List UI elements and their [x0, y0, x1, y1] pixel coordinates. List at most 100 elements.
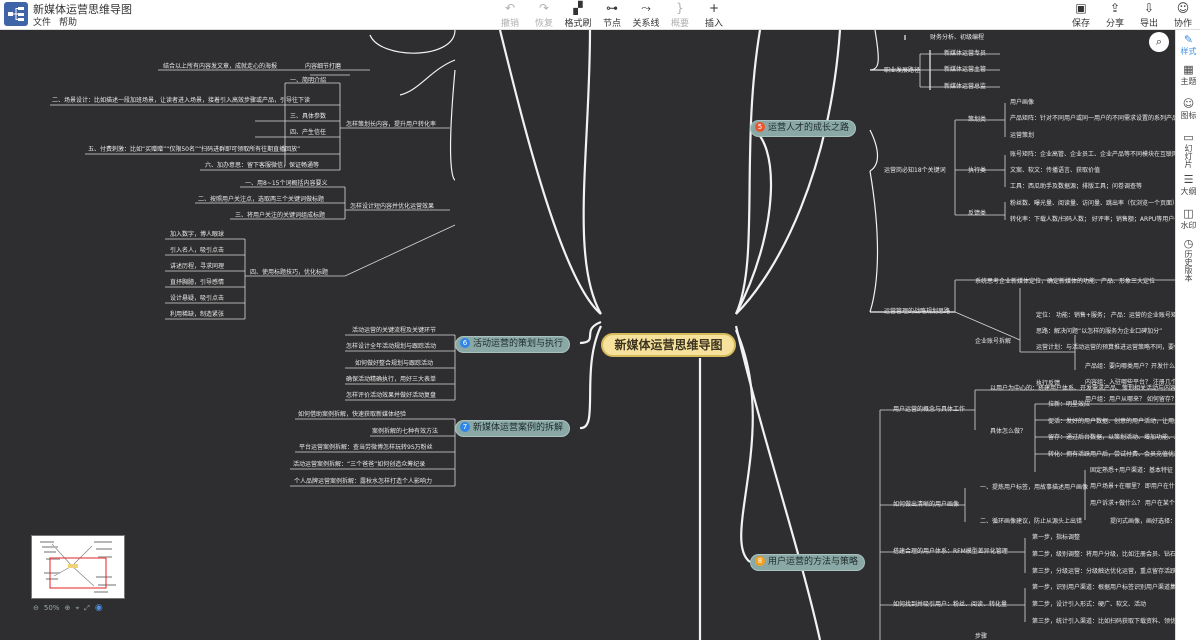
collab-button[interactable]: ☺ 协作 [1166, 0, 1200, 30]
topic-node[interactable]: 四、使用标题技巧，优化标题 [250, 269, 328, 277]
topic-node[interactable]: 用户场景+在哪里？ 即用户在什么情况下 [1090, 483, 1175, 491]
topic-node[interactable]: 运营管理的战略规划思路 [884, 308, 950, 316]
topic-node[interactable]: 第二步，设计引入形式：硬广、软文、活动 [1032, 601, 1146, 609]
topic-node[interactable]: 引入名人，吸引点击 [170, 247, 224, 255]
topic-node[interactable]: 讲述历程，寻求同理 [170, 263, 224, 271]
topic-node[interactable]: 怎样评价活动效果并做好活动复盘 [346, 392, 436, 400]
topic-node[interactable]: 定位： 功能：销售+服务； 产品：运营的企业账号矩阵； [1036, 312, 1175, 320]
topic-node[interactable]: 直抒胸臆，引导感情 [170, 279, 224, 287]
side-style[interactable]: ✎ 样式 [1176, 30, 1200, 60]
eye-icon[interactable]: ◉ [95, 603, 103, 613]
branch-topic-6[interactable]: 6 活动运营的策划与执行 [455, 336, 571, 353]
topic-node[interactable]: 步骤 [975, 633, 987, 640]
topic-node[interactable]: 利用稀缺，制造紧张 [170, 311, 224, 319]
topic-node[interactable]: 产品组：要向哪类用户？开发什么产品？ [1085, 363, 1175, 371]
topic-node[interactable]: 新媒体运营总监 [944, 83, 986, 91]
side-theme[interactable]: ▦ 主题 [1176, 60, 1200, 94]
topic-node[interactable]: 二、循环画像建议，防止从源头上出错 [980, 518, 1082, 526]
topic-node[interactable]: 第三步，统计引入渠道：比如扫码获取下载资料、领优惠券门槛 [1032, 618, 1175, 626]
side-slides[interactable]: ▭ 幻灯片 [1176, 128, 1200, 170]
topic-node[interactable]: 运营策划 [1010, 132, 1034, 140]
topic-node[interactable]: 具体怎么做？ [990, 428, 1026, 436]
locate-icon[interactable]: ⌖ [75, 604, 79, 613]
fullscreen-icon[interactable]: ⤢ [84, 604, 90, 613]
export-button[interactable]: ⇩ 导出 [1132, 0, 1166, 30]
topic-node[interactable]: 三、具体参数 [290, 113, 326, 121]
share-button[interactable]: ⇪ 分享 [1098, 0, 1132, 30]
topic-node[interactable]: 搭建合理的用户体系：RFM模型差异化管理 [893, 548, 1008, 556]
topic-node[interactable]: 如何借助案例拆解，快速获取新媒体经验 [298, 411, 406, 419]
topic-node[interactable]: 第一步，指标调整 [1032, 534, 1080, 542]
topic-node[interactable]: 四、产生信任 [290, 129, 326, 137]
app-logo[interactable] [4, 2, 28, 26]
topic-node[interactable]: 一、提炼用户标签，用故事描述用户画像 [980, 484, 1088, 492]
side-watermark[interactable]: ◫ 水印 [1176, 204, 1200, 234]
topic-node[interactable]: 一、用8~15个词概括内容要义 [245, 180, 327, 188]
topic-node[interactable]: 案例拆解的七种有效方法 [372, 428, 438, 436]
branch-topic-8[interactable]: 8 用户运营的方法与策略 [750, 554, 866, 571]
topic-node[interactable]: 用户诉求+做什么？ 用户在某个场景下想做什么 [1090, 500, 1175, 508]
topic-node[interactable]: 内容细节打磨 [305, 63, 341, 71]
insert-button[interactable]: + 插入 [697, 0, 731, 30]
topic-node[interactable]: 三、将用户关注的关键词组成标题 [235, 212, 325, 220]
topic-node[interactable]: 以用户为中心的：搭建用户体系、开发需求产品、策划相关活动与内容 [990, 385, 1175, 393]
topic-node[interactable]: 第二步，级别调整：将用户分级，比如注册会员、钻石会员、铂金会员 [1032, 551, 1175, 559]
topic-node[interactable]: 反馈类 [968, 210, 986, 218]
topic-node[interactable]: 工具：西瓜助手及数据源；排版工具；问卷调查等 [1010, 183, 1142, 191]
branch-topic-7[interactable]: 7 新媒体运营案例的拆解 [455, 420, 571, 437]
topic-node[interactable]: 产品矩阵：针对不同用户或同一用户的不同需求设置的系列产品 [1010, 115, 1175, 123]
relation-button[interactable]: ⤳ 关系线 [629, 0, 663, 30]
topic-node[interactable]: 第一步，识别用户渠道：根据用户标签识别用户渠道集中地 [1032, 584, 1175, 592]
side-outline[interactable]: ☰ 大纲 [1176, 170, 1200, 204]
zoom-out-icon[interactable]: ⊖ [33, 604, 39, 612]
topic-node[interactable]: 用户运营的概念与具体工作 [893, 406, 965, 414]
topic-node[interactable]: 设计悬疑，吸引点击 [170, 295, 224, 303]
topic-node[interactable]: 系统思考企业新媒体定位，确定新媒体的功能、产品、形象三大定位 [975, 278, 1155, 286]
topic-node[interactable]: 如何做好整合规划与跟踪活动 [355, 360, 433, 368]
topic-node[interactable]: 留存：通过后台数据，以策划活动、增加功能、发福利等方式留存用户 [1048, 434, 1175, 442]
topic-node[interactable]: 一、简明介绍 [290, 77, 326, 85]
node-button[interactable]: ⊶ 节点 [595, 0, 629, 30]
topic-node[interactable]: 思路：解决问题“以怎样的服务为企业口碑加分” [1036, 328, 1162, 336]
topic-node[interactable]: 策划类 [968, 116, 986, 124]
topic-node[interactable]: 运营计划：与活动运营的预算推进运营策略不同，要做好年度规划 [1036, 344, 1175, 352]
topic-node[interactable]: 第三步，分级运营：分级触达优化运营，重点留存活跃度差、消费水平高的用户 [1032, 568, 1175, 576]
topic-node[interactable]: 活动运营案例拆解：“三个爸爸”如何创造众筹纪录 [293, 461, 425, 469]
menu-help[interactable]: 帮助 [59, 15, 77, 28]
topic-node[interactable]: 提问式画像，画好选择：大数据说明 [1110, 518, 1175, 526]
format-brush-button[interactable]: ▞ 格式刷 [561, 0, 595, 30]
side-history[interactable]: ◷ 历史版本 [1176, 234, 1200, 282]
side-icon[interactable]: ☺ 图标 [1176, 94, 1200, 128]
topic-node[interactable]: 新媒体运营主管 [944, 66, 986, 74]
topic-node[interactable]: 五、付费刺激：比如“买赠赠”“仅限50名”“扫码进群即可领取所有往期直播回放” [88, 146, 300, 154]
topic-node[interactable]: 转化率：下载人数/扫码人数； 好评率；销售额；ARPU等用户平均收入 [1010, 216, 1175, 224]
topic-node[interactable]: 运营岗必知18个关键词 [884, 167, 946, 175]
topic-node[interactable]: 职业发展路径 [884, 67, 920, 75]
topic-node[interactable]: 粉丝数、曝光量、阅读量、访问量、跳出率（仅浏览一个页面） [1010, 200, 1175, 208]
topic-node[interactable]: 文案、软文：传播语言、获取价值 [1010, 167, 1100, 175]
save-button[interactable]: ▣ 保存 [1064, 0, 1098, 30]
topic-node[interactable]: 怎样策划长内容，提升用户转化率 [346, 121, 436, 129]
mindmap-canvas[interactable]: 结合以上所有内容发文章，成就走心的海报 内容细节打磨 一、简明介绍 二、场景设计… [0, 30, 1175, 640]
topic-node[interactable]: 用户组：用户从哪来？ 如何留存？如何激活 [1085, 396, 1175, 404]
topic-node[interactable]: 转化：拥有活跃用户后，尝试付费、会员充值优惠等到达转化 [1048, 451, 1175, 459]
topic-node[interactable]: 结合以上所有内容发文章，成就走心的海报 [163, 63, 277, 71]
undo-button[interactable]: ↶ 撤销 [493, 0, 527, 30]
topic-node[interactable]: 促活：发好的用户数据、创意的用户活动，让用户感到兴趣 [1048, 418, 1175, 426]
branch-topic-5[interactable]: 5 运营人才的成长之路 [750, 120, 857, 137]
topic-node[interactable]: 六、加办意思：留下客服微信，保证畅通等 [205, 162, 319, 170]
topic-node[interactable]: 个人品牌运营案例拆解：露秋水怎样打造个人影响力 [294, 478, 432, 486]
topic-node[interactable]: 拉新：明星效应 [1048, 401, 1090, 409]
minimap[interactable] [31, 535, 125, 599]
topic-node[interactable]: 二、场景设计：比如描述一段加班场景，让读者进入场景，接着引入高效步骤或产品，引导… [52, 97, 310, 105]
topic-node[interactable]: 加入数字，博人眼球 [170, 231, 224, 239]
topic-node[interactable]: 账号矩阵：企业高管、企业员工、企业产品等不同模块在互联网的账号集群 [1010, 151, 1175, 159]
topic-node[interactable]: 怎样设计全年活动规划与跟踪活动 [346, 343, 436, 351]
topic-node[interactable]: 如何找到并吸引用户：粉丝、阅读、转化量 [893, 601, 1007, 609]
menu-file[interactable]: 文件 [33, 15, 51, 28]
topic-node[interactable]: 执行类 [968, 167, 986, 175]
topic-node[interactable]: 用户画像 [1010, 99, 1034, 107]
topic-node[interactable]: 财务分析、初级编程 [930, 34, 984, 42]
topic-node[interactable]: 如何做出清晰的用户画像 [893, 501, 959, 509]
topic-node[interactable]: 确保活动精确执行，用好三大表单 [346, 376, 436, 384]
